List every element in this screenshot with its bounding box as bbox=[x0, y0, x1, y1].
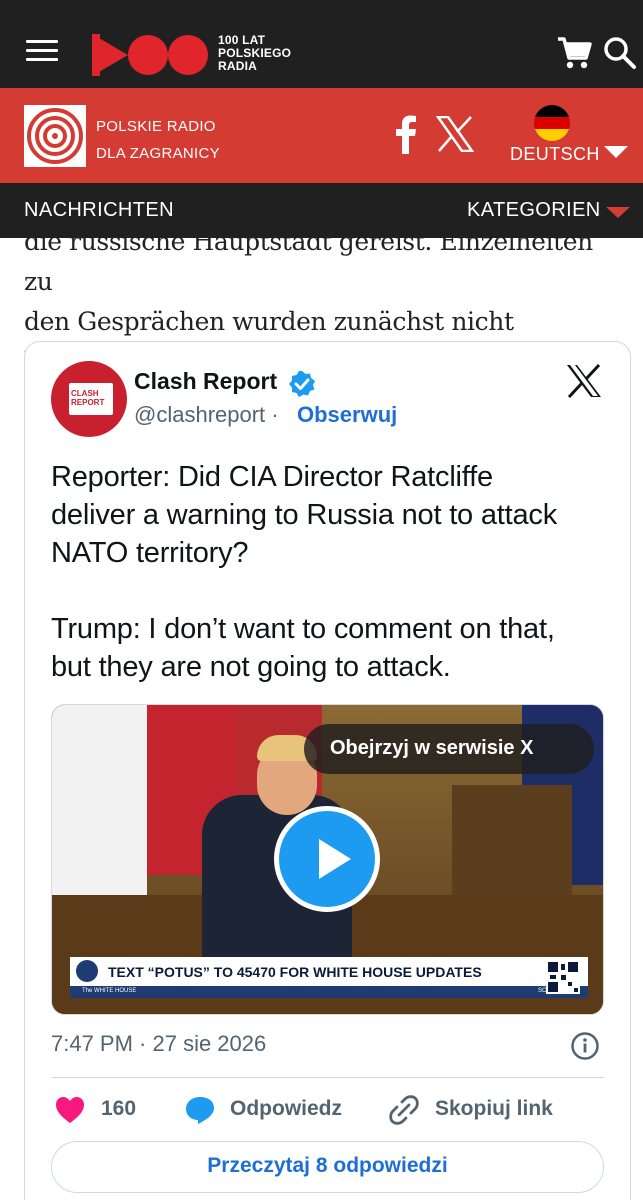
cart-icon[interactable] bbox=[556, 36, 592, 70]
polskie-radio-logo[interactable] bbox=[92, 32, 210, 78]
facebook-icon[interactable] bbox=[392, 114, 420, 154]
search-icon[interactable] bbox=[603, 36, 637, 70]
menu-icon[interactable] bbox=[26, 40, 58, 64]
ticker-text: TEXT “POTUS” TO 45470 FOR WHITE HOUSE UP… bbox=[108, 964, 482, 980]
ticker-sub-text: The WHITE HOUSE bbox=[82, 988, 137, 994]
link-icon[interactable] bbox=[388, 1094, 420, 1126]
reply-icon[interactable] bbox=[184, 1094, 216, 1126]
chevron-down-icon[interactable] bbox=[604, 146, 628, 158]
tweet-text: Reporter: Did CIA Director Ratcliffe del… bbox=[51, 461, 558, 683]
categories-chevron-icon[interactable] bbox=[606, 207, 630, 218]
nav-news-link[interactable]: NACHRICHTEN bbox=[24, 199, 174, 222]
divider bbox=[51, 1077, 604, 1078]
german-flag-icon[interactable] bbox=[534, 105, 570, 141]
play-button[interactable] bbox=[274, 806, 380, 912]
reply-button[interactable]: Odpowiedz bbox=[230, 1097, 342, 1121]
nav-categories-link[interactable]: KATEGORIEN bbox=[467, 199, 601, 222]
author-name[interactable]: Clash Report bbox=[134, 368, 277, 395]
qr-code-icon bbox=[546, 960, 580, 994]
x-icon[interactable] bbox=[436, 116, 474, 152]
x-logo-icon[interactable] bbox=[566, 364, 602, 398]
author-handle[interactable]: @clashreport · bbox=[134, 402, 279, 428]
verified-badge-icon bbox=[289, 371, 315, 397]
watch-on-x-label[interactable]: Obejrzyj w serwisie X bbox=[330, 737, 533, 760]
heart-icon[interactable] bbox=[55, 1096, 85, 1124]
read-replies-label[interactable]: Przeczytaj 8 odpowiedzi bbox=[51, 1154, 604, 1178]
info-icon[interactable] bbox=[570, 1031, 600, 1061]
language-label[interactable]: DEUTSCH bbox=[510, 144, 600, 165]
tweet-timestamp[interactable]: 7:47 PM · 27 sie 2026 bbox=[51, 1031, 266, 1057]
follow-link[interactable]: Obserwuj bbox=[297, 402, 397, 428]
brand-name[interactable]: POLSKIE RADIO DLA ZAGRANICY bbox=[96, 113, 220, 167]
copy-link-button[interactable]: Skopiuj link bbox=[435, 1097, 553, 1121]
prdz-logo[interactable] bbox=[24, 105, 86, 167]
station-anniversary-text: 100 LAT POLSKIEGO RADIA bbox=[218, 33, 292, 73]
play-icon bbox=[319, 839, 351, 879]
avatar[interactable]: CLASH REPORT bbox=[51, 361, 127, 437]
like-count[interactable]: 160 bbox=[101, 1097, 136, 1121]
seal-icon bbox=[76, 960, 98, 982]
ticker-bar bbox=[70, 986, 588, 998]
